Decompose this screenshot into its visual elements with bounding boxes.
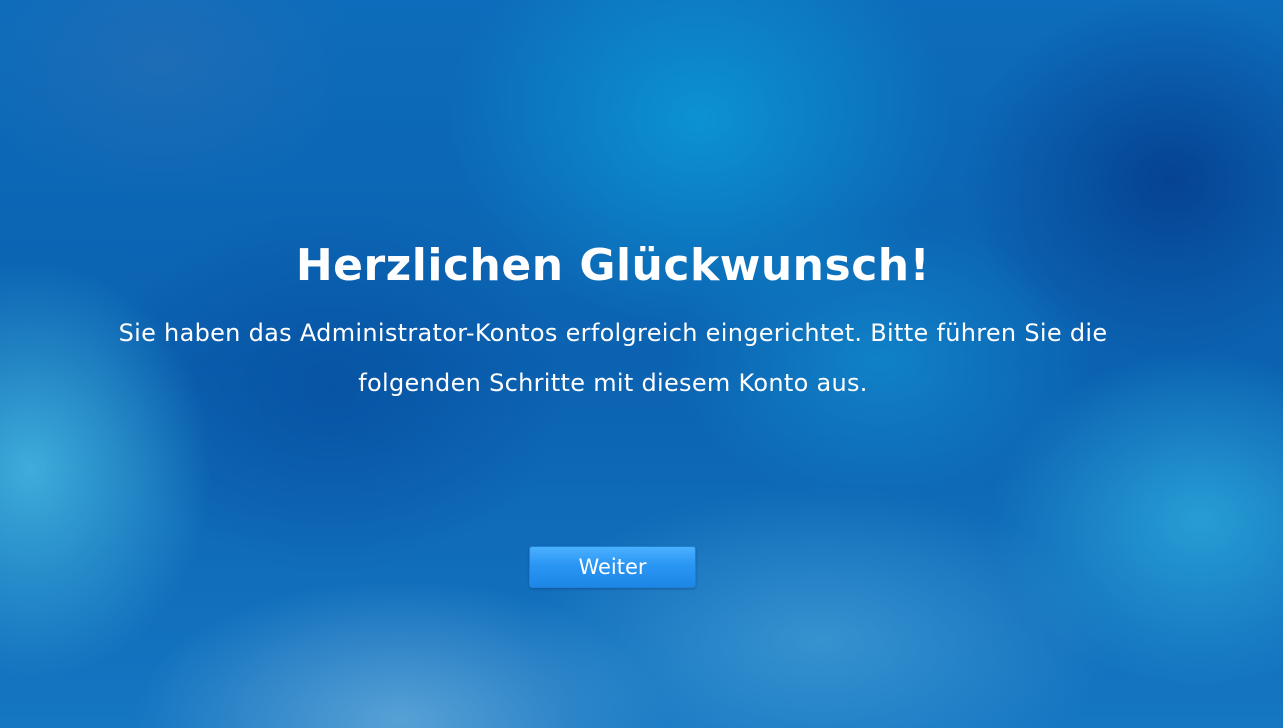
page-title: Herzlichen Glückwunsch! <box>295 240 931 291</box>
setup-complete-message: Sie haben das Administrator-Kontos erfol… <box>118 319 1108 397</box>
congratulations-panel: Herzlichen Glückwunsch! Sie haben das Ad… <box>0 238 1226 408</box>
continue-button[interactable]: Weiter <box>529 546 696 588</box>
